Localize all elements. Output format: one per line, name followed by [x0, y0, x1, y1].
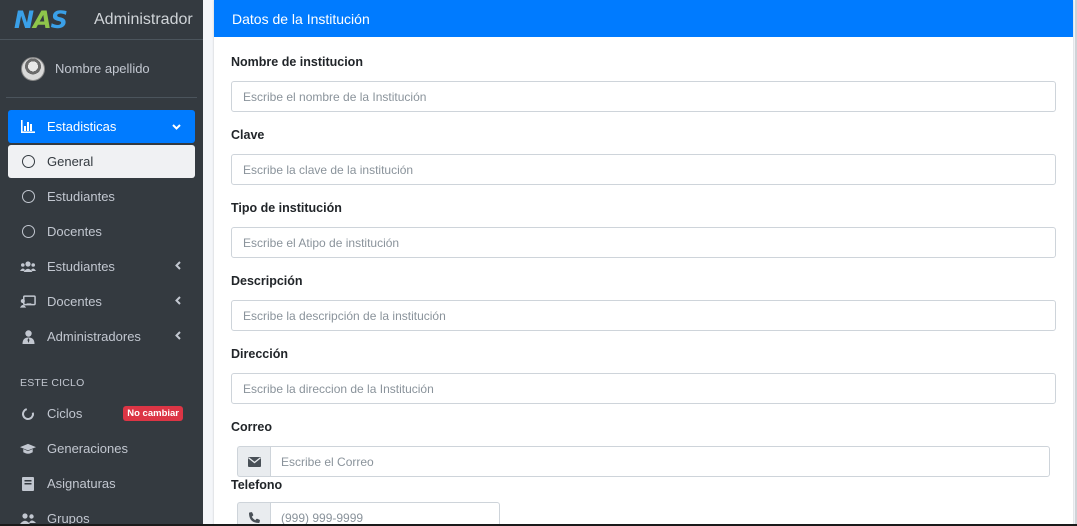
chevron-down-icon	[172, 121, 181, 133]
user-panel[interactable]: Nombre apellido	[6, 40, 197, 98]
sidebar-item-label: Docentes	[47, 224, 102, 239]
tipo-institucion-input[interactable]: Escribe el Atipo de institución	[231, 227, 1056, 258]
sidebar-item-label: Generaciones	[47, 441, 128, 456]
graduation-cap-icon	[20, 441, 36, 457]
institution-form: Nombre de institucion Escribe el nombre …	[214, 37, 1073, 526]
direccion-input[interactable]: Escribe la direccion de la Institución	[231, 373, 1056, 404]
user-name: Nombre apellido	[55, 61, 150, 76]
circle-notch-icon	[19, 405, 37, 422]
chevron-left-icon	[175, 260, 181, 273]
sidebar-item-docentes[interactable]: Docentes	[8, 285, 195, 318]
user-tie-icon	[20, 329, 36, 345]
sidebar-item-estudiantes-stats[interactable]: Estudiantes	[8, 180, 195, 213]
sidebar-item-label: Administradores	[47, 329, 141, 344]
chart-bar-icon	[20, 119, 36, 135]
label-direccion: Dirección	[231, 347, 288, 361]
sidebar-item-generaciones[interactable]: Generaciones	[8, 432, 195, 465]
label-clave: Clave	[231, 128, 265, 142]
sidebar-nav: Estadisticas General Estudiantes Docente…	[0, 98, 203, 526]
sidebar-item-estudiantes[interactable]: Estudiantes	[8, 250, 195, 283]
sidebar-item-general[interactable]: General	[8, 145, 195, 178]
status-badge: No cambiar	[123, 406, 183, 421]
sidebar-item-label: Ciclos	[47, 406, 83, 421]
sidebar-item-asignaturas[interactable]: Asignaturas	[8, 467, 195, 500]
envelope-icon	[237, 446, 270, 477]
brand-title: Administrador	[94, 10, 193, 28]
sidebar-item-estadisticas[interactable]: Estadisticas	[8, 110, 195, 143]
clave-input[interactable]: Escribe la clave de la institución	[231, 154, 1056, 185]
sidebar-item-grupos[interactable]: Grupos	[8, 502, 195, 526]
telefono-input[interactable]: (999) 999-9999	[270, 502, 500, 526]
card-title: Datos de la Institución	[214, 0, 1073, 37]
phone-icon	[237, 502, 270, 526]
sidebar-item-ciclos[interactable]: Ciclos No cambiar	[8, 397, 195, 430]
label-tipo-institucion: Tipo de institución	[231, 201, 342, 215]
institution-card: Datos de la Institución Nombre de instit…	[214, 0, 1073, 526]
avatar	[21, 56, 45, 81]
sidebar-item-label: Estudiantes	[47, 189, 115, 204]
sidebar-item-administradores[interactable]: Administradores	[8, 320, 195, 353]
chevron-left-icon	[175, 330, 181, 343]
nav-section-header: ESTE CICLO	[20, 377, 85, 389]
chalkboard-teacher-icon	[20, 294, 36, 310]
circle-icon	[20, 224, 36, 240]
sidebar-item-label: General	[47, 154, 94, 169]
circle-icon	[20, 189, 36, 205]
descripcion-input[interactable]: Escribe la descripción de la institución	[231, 300, 1056, 331]
brand[interactable]: NAS Administrador	[0, 0, 203, 40]
users-icon	[20, 259, 36, 275]
sidebar-item-label: Estudiantes	[47, 259, 115, 274]
sidebar: NAS Administrador Nombre apellido Estadi…	[0, 0, 203, 526]
correo-input-group: Escribe el Correo	[237, 446, 1056, 477]
telefono-input-group: (999) 999-9999	[237, 502, 1056, 526]
sidebar-item-docentes-stats[interactable]: Docentes	[8, 215, 195, 248]
correo-input[interactable]: Escribe el Correo	[270, 446, 1050, 477]
chevron-left-icon	[175, 295, 181, 308]
label-descripcion: Descripción	[231, 274, 303, 288]
sidebar-item-label: Estadisticas	[47, 119, 117, 134]
label-telefono: Telefono	[231, 478, 283, 492]
label-correo: Correo	[231, 420, 272, 434]
sidebar-item-label: Asignaturas	[47, 476, 116, 491]
circle-icon	[20, 154, 36, 170]
label-nombre-institucion: Nombre de institucion	[231, 55, 363, 69]
brand-logo: NAS	[14, 5, 68, 34]
book-icon	[20, 476, 36, 492]
sidebar-item-label: Docentes	[47, 294, 102, 309]
nombre-institucion-input[interactable]: Escribe el nombre de la Institución	[231, 81, 1056, 112]
